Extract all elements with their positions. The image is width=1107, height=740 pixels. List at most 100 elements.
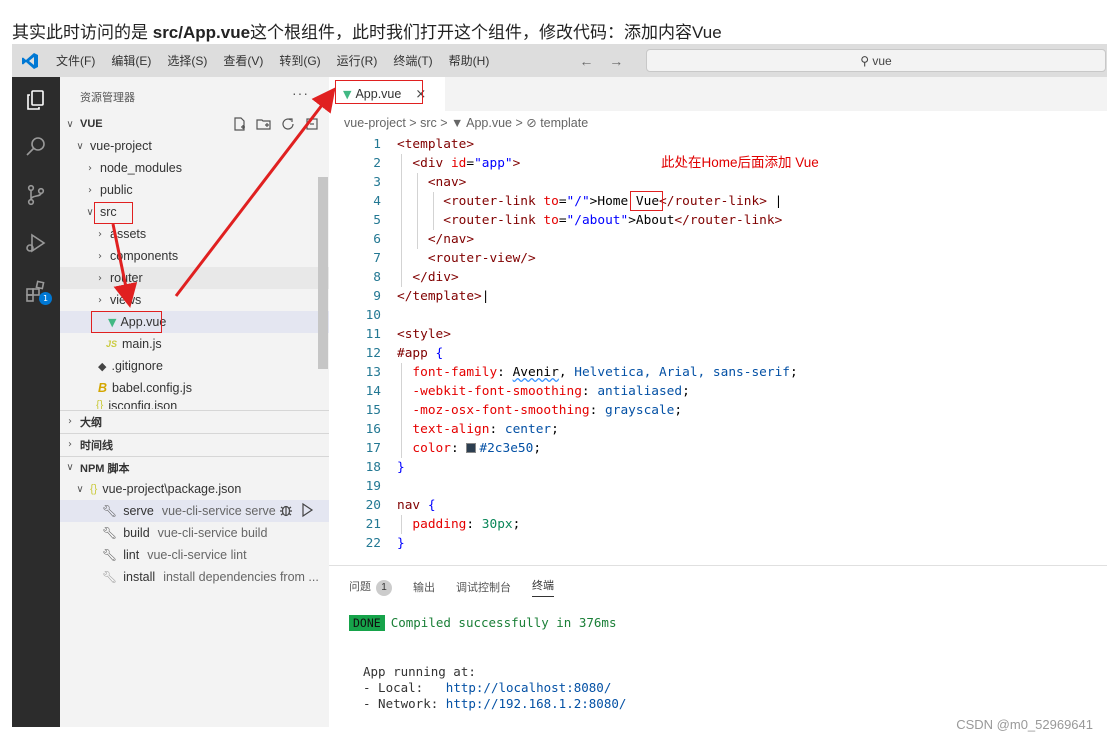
tab-output[interactable]: 输出 <box>413 579 435 595</box>
menu-run[interactable]: 运行(R) <box>329 52 386 69</box>
annotation-box-vue-text <box>630 191 663 211</box>
local-url-link[interactable]: http://localhost:8080/ <box>446 680 612 695</box>
tree-item-vue-project[interactable]: ∨ vue-project <box>60 135 329 157</box>
tab-label: 问题 <box>349 581 371 594</box>
babel-file-icon: B <box>98 381 108 395</box>
vscode-logo-icon <box>12 44 48 77</box>
tree-item-views[interactable]: › views <box>60 289 329 311</box>
debug-icon[interactable] <box>278 502 294 518</box>
code-line-2: <div id="app"> <box>412 156 521 171</box>
new-folder-icon[interactable] <box>256 116 272 132</box>
code-line-9: </template>| <box>397 289 490 304</box>
tree-item-node-modules[interactable]: › node_modules <box>60 157 329 179</box>
source-control-icon[interactable] <box>12 171 60 219</box>
tree-item-main-js[interactable]: JS main.js <box>60 333 329 355</box>
js-file-icon: JS <box>106 339 118 349</box>
more-actions-icon[interactable]: ··· <box>292 85 309 101</box>
tree-label: .gitignore <box>111 359 163 373</box>
menu-edit[interactable]: 编辑(E) <box>103 52 159 69</box>
explorer-root-header[interactable]: ∨ VUE <box>60 113 329 135</box>
chevron-down-icon: ∨ <box>76 140 84 152</box>
code-line-5: <router-link to="/about">About</router-l… <box>443 213 783 228</box>
extensions-icon[interactable]: 1 <box>12 267 60 315</box>
collapse-all-icon[interactable] <box>304 116 320 132</box>
section-npm-scripts[interactable]: ∨ NPM 脚本 <box>60 457 329 478</box>
compiled-text: Compiled successfully in 376ms <box>390 615 617 630</box>
explorer-icon[interactable] <box>12 77 60 123</box>
code-line-13: font-family: Avenir, Helvetica, Arial, s… <box>412 365 798 380</box>
breadcrumb[interactable]: vue-project > src > ▼ App.vue > ⊘ templa… <box>344 115 588 130</box>
terminal-local-line: - Local: http://localhost:8080/ <box>363 680 612 695</box>
bottom-panel: 问题 1 输出 调试控制台 终端 DONE Compiled successfull… <box>329 565 1107 727</box>
annotation-box-tab <box>335 80 423 104</box>
tree-item-gitignore[interactable]: ◆ .gitignore <box>60 355 329 377</box>
chevron-down-icon: ∨ <box>66 118 74 130</box>
json-file-icon: {} <box>96 399 104 409</box>
chevron-right-icon: › <box>98 228 102 240</box>
tree-item-assets[interactable]: › assets <box>60 223 329 245</box>
script-command: vue-cli-service serve <box>161 504 276 518</box>
code-line-11: <style> <box>397 327 451 342</box>
script-name: lint <box>123 548 140 562</box>
root-folder-label: VUE <box>80 118 103 130</box>
script-command: install dependencies from ... <box>163 570 319 584</box>
section-label: NPM 脚本 <box>80 462 130 475</box>
menu-help[interactable]: 帮助(H) <box>441 52 498 69</box>
code-line-6: </nav> <box>427 232 475 247</box>
npm-script-lint[interactable]: 🔧︎ lint vue-cli-service lint <box>60 544 329 566</box>
menu-view[interactable]: 查看(V) <box>215 52 271 69</box>
caption-pre: 其实此时访问的是 <box>12 23 153 42</box>
script-name: build <box>123 526 150 540</box>
script-name: install <box>123 570 156 584</box>
nav-arrows[interactable]: ← → <box>579 53 629 69</box>
chevron-right-icon: › <box>68 416 72 427</box>
tree-item-components[interactable]: › components <box>60 245 329 267</box>
wrench-icon: 🔧︎ <box>102 570 118 584</box>
tab-problems[interactable]: 问题 1 <box>349 578 392 596</box>
code-line-15: -moz-osx-font-smoothing: grayscale; <box>412 403 683 418</box>
tree-item-router[interactable]: › router <box>60 267 329 289</box>
annotation-note: 此处在Home后面添加 Vue <box>661 155 819 170</box>
npm-package-item[interactable]: ∨ {} vue-project\package.json <box>60 478 329 500</box>
tree-label: assets <box>110 227 147 241</box>
activity-bar: 1 <box>12 77 60 727</box>
npm-script-build[interactable]: 🔧︎ build vue-cli-service build <box>60 522 329 544</box>
tree-item-babel-config[interactable]: Bbabel.config.js <box>60 377 329 399</box>
editor-tab-bar: ▼ App.vue × <box>329 77 1107 111</box>
tab-terminal[interactable]: 终端 <box>532 577 554 597</box>
tree-item-public[interactable]: › public <box>60 179 329 201</box>
section-timeline[interactable]: › 时间线 <box>60 434 329 455</box>
terminal-compiled-line: DONE Compiled successfully in 376ms <box>349 615 617 631</box>
tab-debug-console[interactable]: 调试控制台 <box>456 579 511 595</box>
refresh-icon[interactable] <box>280 116 296 132</box>
command-center-search[interactable]: ⚲ vue <box>646 49 1106 72</box>
terminal-running-line: App running at: <box>363 664 476 679</box>
annotation-box-app-vue <box>91 311 162 333</box>
annotation-box-src <box>94 202 133 224</box>
script-command: vue-cli-service build <box>157 526 268 540</box>
caption-text: 其实此时访问的是 src/App.vue这个根组件，此时我们打开这个组件，修改代… <box>12 18 722 43</box>
section-outline[interactable]: › 大纲 <box>60 411 329 432</box>
search-icon[interactable] <box>12 123 60 171</box>
caption-bold: src/App.vue <box>152 23 251 42</box>
code-editor[interactable]: 1 <template> 2 <div id="app"> 3 <nav> 4 … <box>329 135 1107 565</box>
menu-bar: 文件(F) 编辑(E) 选择(S) 查看(V) 转到(G) 运行(R) 终端(T… <box>12 44 1107 77</box>
tree-item-jsconfig[interactable]: {} jsconfig.json <box>60 399 329 409</box>
run-debug-icon[interactable] <box>12 219 60 267</box>
code-line-4: <router-link to="/">Home Vue</router-lin… <box>443 194 783 209</box>
menu-go[interactable]: 转到(G) <box>271 52 328 69</box>
menu-file[interactable]: 文件(F) <box>48 52 103 69</box>
npm-script-serve[interactable]: 🔧︎ serve vue-cli-service serve <box>60 500 329 522</box>
explorer-scrollbar[interactable] <box>318 177 328 369</box>
menu-terminal[interactable]: 终端(T) <box>385 52 440 69</box>
chevron-down-icon: ∨ <box>76 483 84 495</box>
wrench-icon: 🔧︎ <box>102 504 118 518</box>
code-line-3: <nav> <box>427 175 467 190</box>
new-file-icon[interactable] <box>232 116 248 132</box>
run-icon[interactable] <box>300 502 314 518</box>
color-swatch[interactable] <box>466 443 477 453</box>
code-line-1: <template> <box>397 137 475 152</box>
menu-selection[interactable]: 选择(S) <box>159 52 215 69</box>
npm-script-install[interactable]: 🔧︎ install install dependencies from ... <box>60 566 329 588</box>
network-url-link[interactable]: http://192.168.1.2:8080/ <box>446 696 627 711</box>
